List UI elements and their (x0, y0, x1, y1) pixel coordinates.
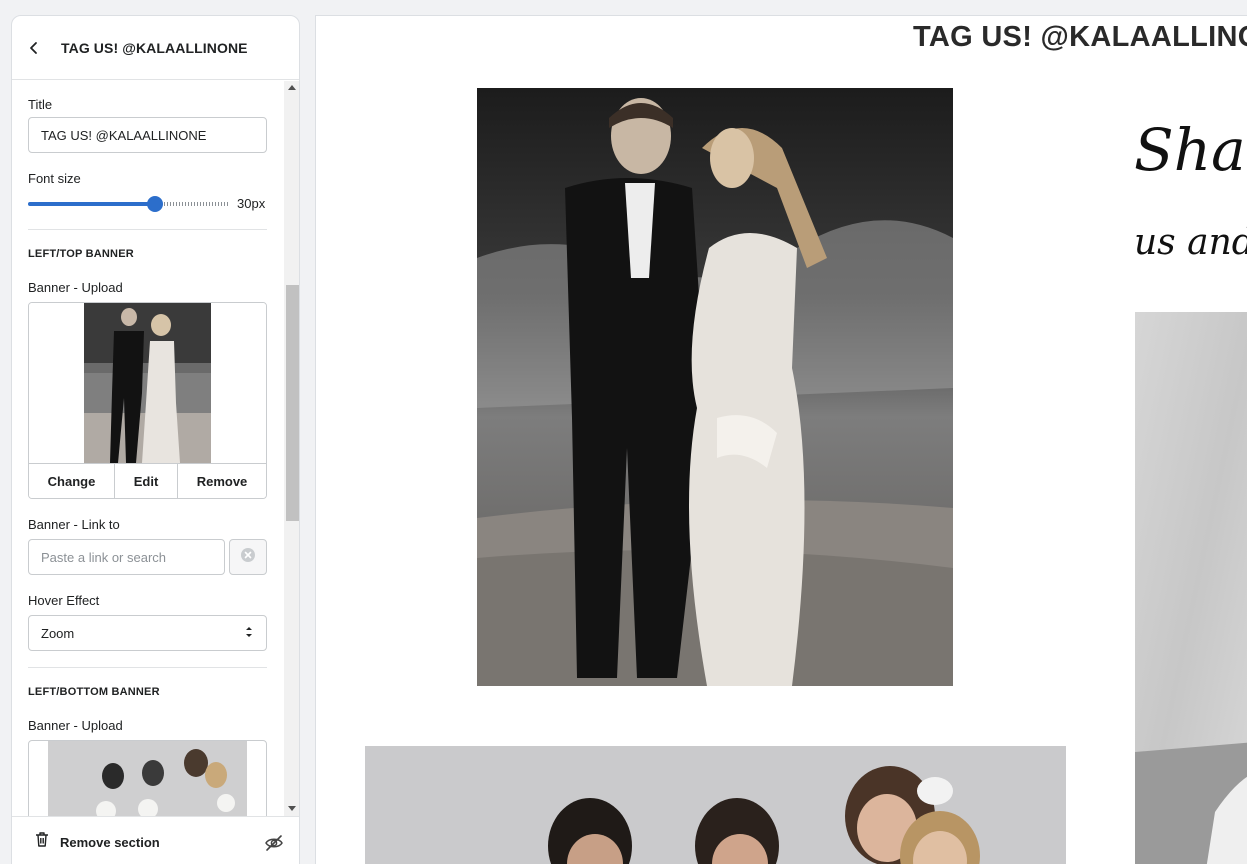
font-size-slider-track[interactable] (154, 202, 229, 206)
banner-upload-label: Banner - Upload (28, 280, 123, 295)
remove-image-button[interactable]: Remove (178, 464, 266, 498)
bride-photo[interactable] (1135, 312, 1247, 864)
banner-image-actions: Change Edit Remove (29, 463, 266, 498)
banner-link-input[interactable] (28, 539, 225, 575)
divider (28, 229, 267, 230)
hover-effect-select[interactable]: Zoom (28, 615, 267, 651)
font-size-label: Font size (28, 171, 81, 186)
settings-scroll-area[interactable]: Title Font size 30px LEFT/TOP BANNER Ban… (12, 81, 299, 816)
title-label: Title (28, 97, 53, 112)
couple-photo-image (477, 88, 953, 686)
divider (28, 667, 267, 668)
circle-x-icon (240, 547, 256, 568)
remove-section-label: Remove section (60, 834, 160, 850)
couple-photo[interactable] (477, 88, 953, 686)
select-arrows-icon (244, 625, 254, 642)
chevron-left-icon[interactable] (26, 38, 42, 58)
trash-icon (34, 831, 50, 853)
left-bottom-banner-heading: LEFT/BOTTOM BANNER (28, 686, 160, 698)
font-size-value: 30px (237, 196, 266, 211)
hover-effect-label: Hover Effect (28, 593, 100, 608)
eye-off-icon[interactable] (264, 833, 284, 858)
sidebar-header: TAG US! @KALAALLINONE (12, 16, 299, 80)
edit-image-button[interactable]: Edit (115, 464, 178, 498)
clear-link-button[interactable] (229, 539, 267, 575)
couple-photo-thumbnail (84, 303, 211, 463)
change-image-button[interactable]: Change (29, 464, 115, 498)
font-size-slider-fill (28, 202, 155, 206)
remove-section-button[interactable]: Remove section (34, 831, 160, 853)
left-top-banner-heading: LEFT/TOP BANNER (28, 248, 134, 260)
scroll-up-arrow[interactable] (288, 85, 296, 90)
bridesmaids-photo-image (365, 746, 1066, 864)
scroll-down-arrow[interactable] (288, 806, 296, 811)
bridesmaids-photo-thumbnail (48, 741, 247, 816)
banner-upload-box: Change Edit Remove (28, 302, 267, 499)
script-heading-line-1: Shar (1134, 116, 1247, 184)
scrollbar-thumb[interactable] (286, 285, 299, 521)
banner-link-label: Banner - Link to (28, 517, 120, 532)
settings-sidebar: TAG US! @KALAALLINONE Title Font size 30… (11, 15, 300, 864)
hover-effect-value: Zoom (41, 625, 75, 641)
bridesmaids-photo[interactable] (365, 746, 1066, 864)
bride-photo-image (1135, 312, 1247, 864)
preview-title: TAG US! @KALAALLINONE (913, 21, 1247, 53)
font-size-slider-handle[interactable] (146, 196, 163, 212)
banner-upload-box (28, 740, 267, 816)
theme-preview: TAG US! @KALAALLINONE (315, 15, 1247, 864)
script-heading-line-2: us and (1134, 222, 1247, 263)
section-title: TAG US! @KALAALLINONE (61, 40, 248, 56)
banner-thumbnail (29, 303, 266, 463)
sidebar-footer: Remove section (12, 816, 299, 864)
title-input[interactable] (28, 117, 267, 153)
banner-upload-label: Banner - Upload (28, 718, 123, 733)
